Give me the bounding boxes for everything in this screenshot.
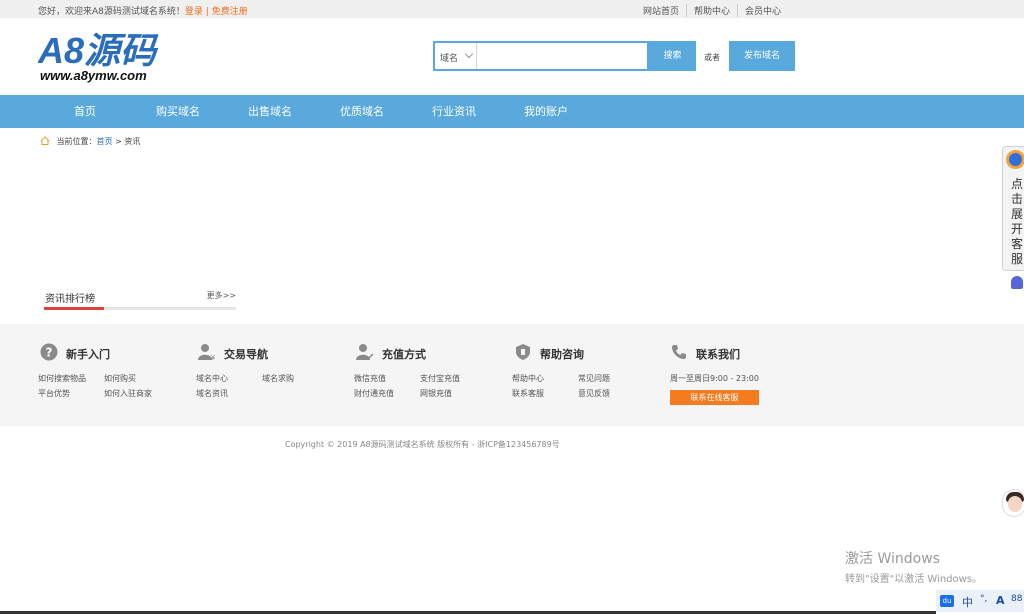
home-icon xyxy=(40,136,50,145)
footer-link[interactable]: 帮助中心 xyxy=(512,373,544,384)
footer-link[interactable]: 平台优势 xyxy=(38,388,70,399)
watermark-line1: 激活 Windows xyxy=(845,551,940,567)
nav-item-news[interactable]: 行业资讯 xyxy=(432,95,476,128)
footer-link[interactable]: 微信充值 xyxy=(354,373,386,384)
footer-link[interactable]: 如何购买 xyxy=(104,373,136,384)
footer-col-trade: ¥ 交易导航 域名中心 域名求购 域名资讯 xyxy=(196,343,338,398)
avatar[interactable] xyxy=(1002,489,1024,517)
nav-item-sell[interactable]: 出售域名 xyxy=(248,95,292,128)
customer-service-panel[interactable]: 点击展开客服 xyxy=(1002,146,1024,271)
top-link-help[interactable]: 帮助中心 xyxy=(685,4,737,17)
contact-online-service-button[interactable]: 联系在线客服 xyxy=(670,390,759,405)
svg-text:¥: ¥ xyxy=(211,354,216,361)
ranking-underline-highlight xyxy=(44,307,104,310)
ranking-more-link[interactable]: 更多>> xyxy=(207,290,236,301)
footer-link[interactable]: 网银充值 xyxy=(420,388,452,399)
assistant-icon[interactable] xyxy=(1004,272,1024,294)
footer-col-recharge: 充值方式 微信充值 支付宝充值 财付通充值 网银充值 xyxy=(354,343,496,398)
watermark-line2: 转到"设置"以激活 Windows。 xyxy=(845,574,983,585)
register-link[interactable]: 免费注册 xyxy=(212,7,248,17)
ime-user-icon[interactable]: A xyxy=(996,594,1005,607)
logo-url: www.a8ymw.com xyxy=(40,68,147,83)
phone-icon xyxy=(672,345,686,359)
footer-link[interactable]: 支付宝充值 xyxy=(420,373,460,384)
search-box: 域名 xyxy=(433,41,649,71)
ranking-underline xyxy=(44,307,236,310)
welcome-message: 您好，欢迎来A8源码测试域名系统！ xyxy=(38,7,185,17)
welcome-text: 您好，欢迎来A8源码测试域名系统！登录 | 免费注册 xyxy=(38,4,248,17)
breadcrumb-sep: > xyxy=(115,137,122,146)
breadcrumb-label: 当前位置： xyxy=(56,137,97,146)
footer-link[interactable]: 如何搜索物品 xyxy=(38,373,86,384)
footer-col-beginner: ? 新手入门 如何搜索物品 如何购买 平台优势 如何入驻商家 xyxy=(38,343,180,398)
footer-link[interactable]: 域名资讯 xyxy=(196,388,228,399)
user-recharge-icon xyxy=(356,344,374,360)
top-link-home[interactable]: 网站首页 xyxy=(636,4,686,17)
search-type-value: 域名 xyxy=(440,54,459,64)
footer-link[interactable]: 意见反馈 xyxy=(578,388,610,399)
top-links: 网站首页 帮助中心 会员中心 xyxy=(636,4,788,17)
news-ranking: 资讯排行榜 更多>> xyxy=(44,288,236,310)
top-link-member[interactable]: 会员中心 xyxy=(736,4,788,17)
search-input[interactable] xyxy=(479,43,647,69)
system-tray: du 中 °, A 88 xyxy=(936,590,1024,612)
footer-link[interactable]: 联系客服 xyxy=(512,388,544,399)
ime-logo-icon[interactable]: du xyxy=(940,595,954,607)
footer-link[interactable]: 域名求购 xyxy=(262,373,294,384)
chevron-down-icon xyxy=(464,49,474,59)
ime-grid-icon[interactable]: 88 xyxy=(1011,594,1022,604)
footer-col-help: 帮助咨询 帮助中心 常见问题 联系客服 意见反馈 xyxy=(512,343,654,398)
search-button[interactable]: 搜索 xyxy=(649,41,696,71)
ime-punctuation-icon[interactable]: °, xyxy=(980,594,987,604)
shield-icon xyxy=(516,344,530,360)
footer-link[interactable]: 域名中心 xyxy=(196,373,228,384)
breadcrumb: 当前位置：首页 > 资讯 xyxy=(40,136,140,147)
copyright: Copyright © 2019 A8源码测试域名系统 版权所有 - 浙ICP备… xyxy=(285,440,560,449)
footer-col-contact: 联系我们 周一至周日9:00 - 23:00 联系在线客服 xyxy=(670,343,810,405)
nav-item-premium[interactable]: 优质域名 xyxy=(340,95,384,128)
question-icon: ? xyxy=(40,343,58,361)
publish-domain-button[interactable]: 发布域名 xyxy=(729,41,795,71)
nav-item-buy[interactable]: 购买域名 xyxy=(156,95,200,128)
ranking-title: 资讯排行榜 xyxy=(45,294,95,305)
top-bar: 您好，欢迎来A8源码测试域名系统！登录 | 免费注册 网站首页 帮助中心 会员中心 xyxy=(0,0,1024,18)
search-type-select[interactable]: 域名 xyxy=(435,43,477,69)
breadcrumb-current: 资讯 xyxy=(124,137,141,146)
footer-link[interactable]: 常见问题 xyxy=(578,373,610,384)
side-panel-text: 点击展开客服 xyxy=(1011,177,1024,266)
user-money-icon: ¥ xyxy=(198,344,216,361)
footer-title-contact: 联系我们 xyxy=(696,348,740,361)
login-link[interactable]: 登录 xyxy=(185,7,203,17)
main-nav: 首页 购买域名 出售域名 优质域名 行业资讯 我的账户 xyxy=(0,95,1024,128)
footer-link[interactable]: 财付通充值 xyxy=(354,388,394,399)
nav-item-account[interactable]: 我的账户 xyxy=(524,95,568,128)
service-logo-icon xyxy=(1006,150,1024,169)
nav-item-home[interactable]: 首页 xyxy=(74,95,96,128)
windows-activation-watermark: 激活 Windows 转到"设置"以激活 Windows。 xyxy=(845,548,982,585)
top-separator: | xyxy=(205,7,209,17)
footer: ? 新手入门 如何搜索物品 如何购买 平台优势 如何入驻商家 ¥ 交易导航 域名… xyxy=(0,324,1024,426)
svg-text:?: ? xyxy=(46,346,53,360)
breadcrumb-home[interactable]: 首页 xyxy=(97,137,113,146)
ime-language[interactable]: 中 xyxy=(962,594,973,610)
footer-title-recharge: 充值方式 xyxy=(382,348,426,361)
footer-link[interactable]: 如何入驻商家 xyxy=(104,388,152,399)
service-hours: 周一至周日9:00 - 23:00 xyxy=(670,374,759,383)
footer-title-trade: 交易导航 xyxy=(224,348,268,361)
footer-title-help: 帮助咨询 xyxy=(540,348,584,361)
or-label: 或者 xyxy=(704,53,720,62)
logo-mark: A8源码 xyxy=(38,30,159,70)
footer-title-beginner: 新手入门 xyxy=(66,348,110,361)
